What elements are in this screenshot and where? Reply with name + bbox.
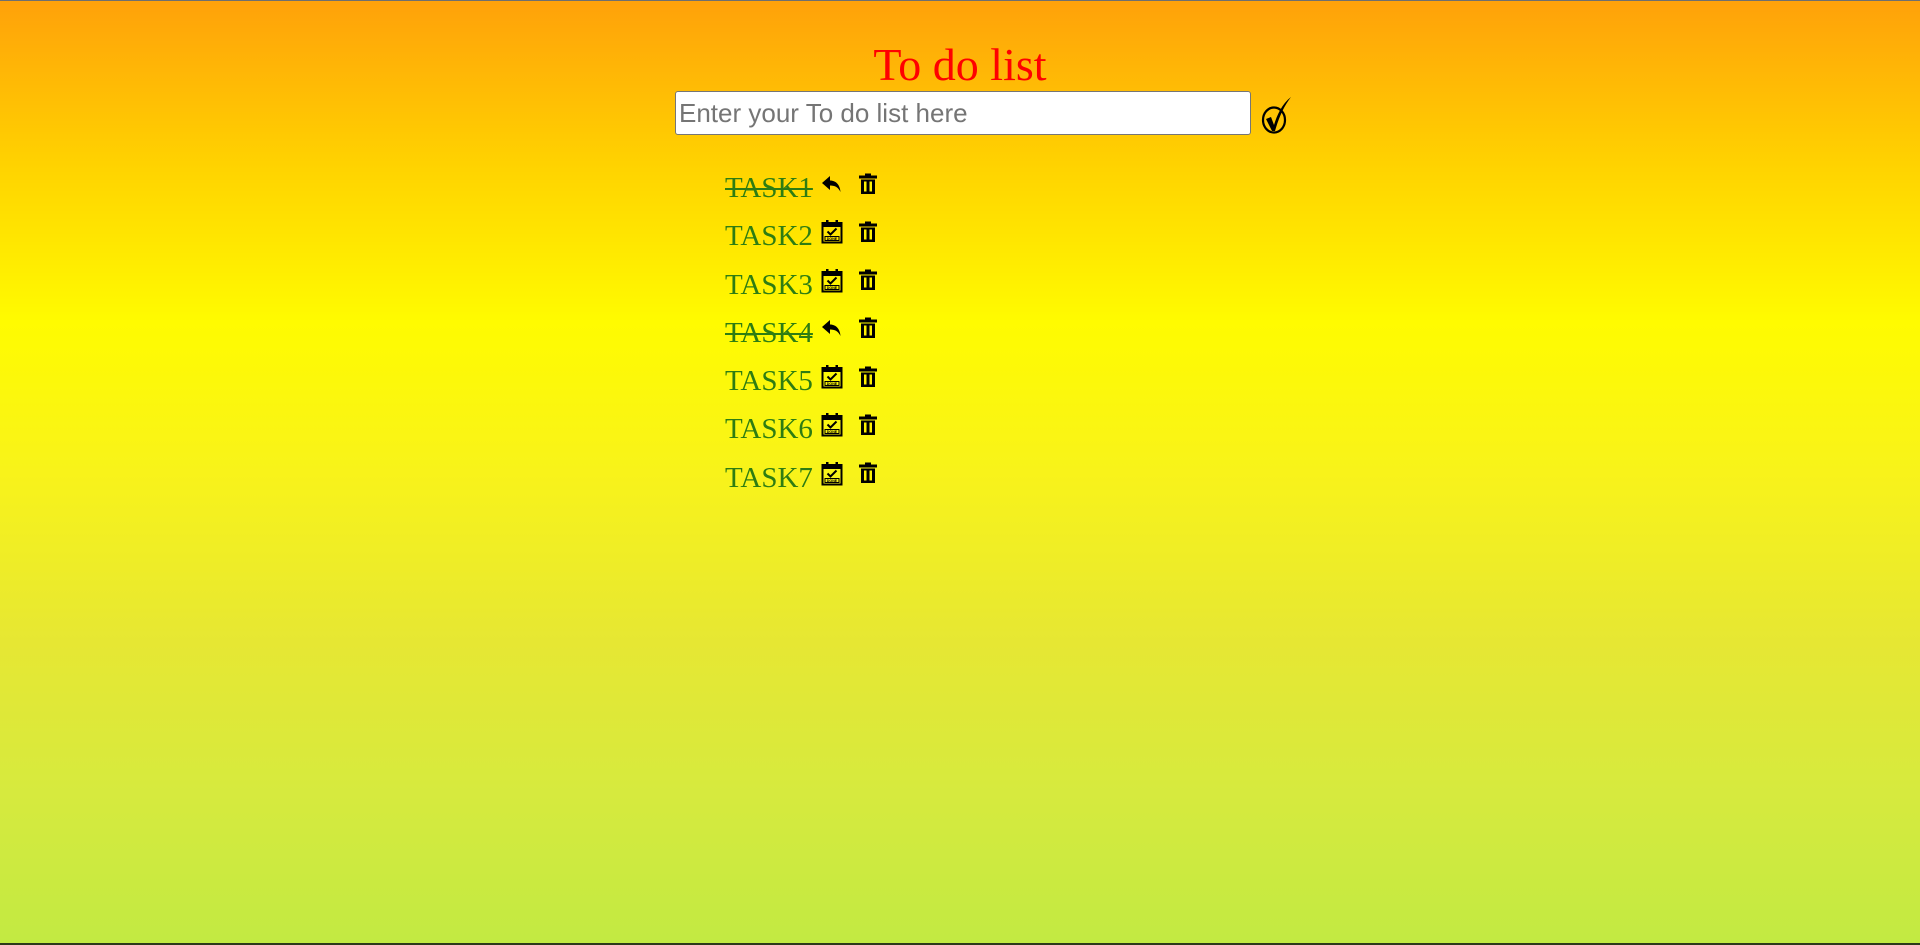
delete-task-button[interactable] bbox=[855, 361, 881, 395]
task-label: TASK6 bbox=[725, 413, 813, 446]
mark-done-button[interactable]: DONE bbox=[819, 458, 845, 492]
mark-done-button[interactable]: DONE bbox=[819, 409, 845, 443]
calendar-done-icon: DONE bbox=[821, 412, 843, 440]
svg-text:DONE: DONE bbox=[827, 237, 838, 241]
calendar-done-icon: DONE bbox=[821, 219, 843, 247]
trash-icon bbox=[858, 462, 878, 487]
trash-icon bbox=[858, 317, 878, 342]
delete-task-button[interactable] bbox=[855, 265, 881, 299]
task-label: TASK5 bbox=[725, 365, 813, 398]
add-task-form bbox=[675, 91, 1295, 137]
calendar-done-icon: DONE bbox=[821, 268, 843, 296]
task-label: TASK7 bbox=[725, 461, 813, 494]
top-border bbox=[0, 0, 1920, 1]
check-circle-icon bbox=[1261, 97, 1293, 138]
delete-task-button[interactable] bbox=[855, 313, 881, 347]
trash-icon bbox=[858, 221, 878, 246]
trash-icon bbox=[858, 173, 878, 198]
task-label: TASK2 bbox=[725, 220, 813, 253]
undo-arrow-icon bbox=[821, 317, 843, 342]
delete-task-button[interactable] bbox=[855, 168, 881, 202]
trash-icon bbox=[858, 269, 878, 294]
svg-text:DONE: DONE bbox=[827, 430, 838, 434]
todo-input[interactable] bbox=[675, 91, 1251, 135]
svg-text:DONE: DONE bbox=[827, 479, 838, 483]
task-item: TASK7 DONE bbox=[725, 458, 881, 506]
mark-done-button[interactable]: DONE bbox=[819, 361, 845, 395]
task-item: TASK1 bbox=[725, 168, 881, 216]
task-label: TASK4 bbox=[725, 316, 813, 349]
svg-text:DONE: DONE bbox=[827, 286, 838, 290]
task-label: TASK3 bbox=[725, 268, 813, 301]
task-list: TASK1 TASK2 DONE TASK3 DONE TASK4 TASK5 DONE TAS… bbox=[725, 168, 881, 506]
task-item: TASK5 DONE bbox=[725, 361, 881, 409]
trash-icon bbox=[858, 366, 878, 391]
delete-task-button[interactable] bbox=[855, 409, 881, 443]
task-item: TASK2 DONE bbox=[725, 216, 881, 264]
task-item: TASK4 bbox=[725, 313, 881, 361]
trash-icon bbox=[858, 414, 878, 439]
calendar-done-icon: DONE bbox=[821, 461, 843, 489]
mark-done-button[interactable]: DONE bbox=[819, 216, 845, 250]
calendar-done-icon: DONE bbox=[821, 364, 843, 392]
mark-done-button[interactable]: DONE bbox=[819, 265, 845, 299]
task-item: TASK6 DONE bbox=[725, 409, 881, 457]
add-task-button[interactable] bbox=[1259, 95, 1295, 135]
svg-text:DONE: DONE bbox=[827, 382, 838, 386]
task-item: TASK3 DONE bbox=[725, 265, 881, 313]
undo-task-button[interactable] bbox=[819, 168, 845, 202]
undo-arrow-icon bbox=[821, 173, 843, 198]
delete-task-button[interactable] bbox=[855, 458, 881, 492]
page-title: To do list bbox=[873, 39, 1047, 90]
task-label: TASK1 bbox=[725, 172, 813, 204]
delete-task-button[interactable] bbox=[855, 216, 881, 250]
undo-task-button[interactable] bbox=[819, 313, 845, 347]
